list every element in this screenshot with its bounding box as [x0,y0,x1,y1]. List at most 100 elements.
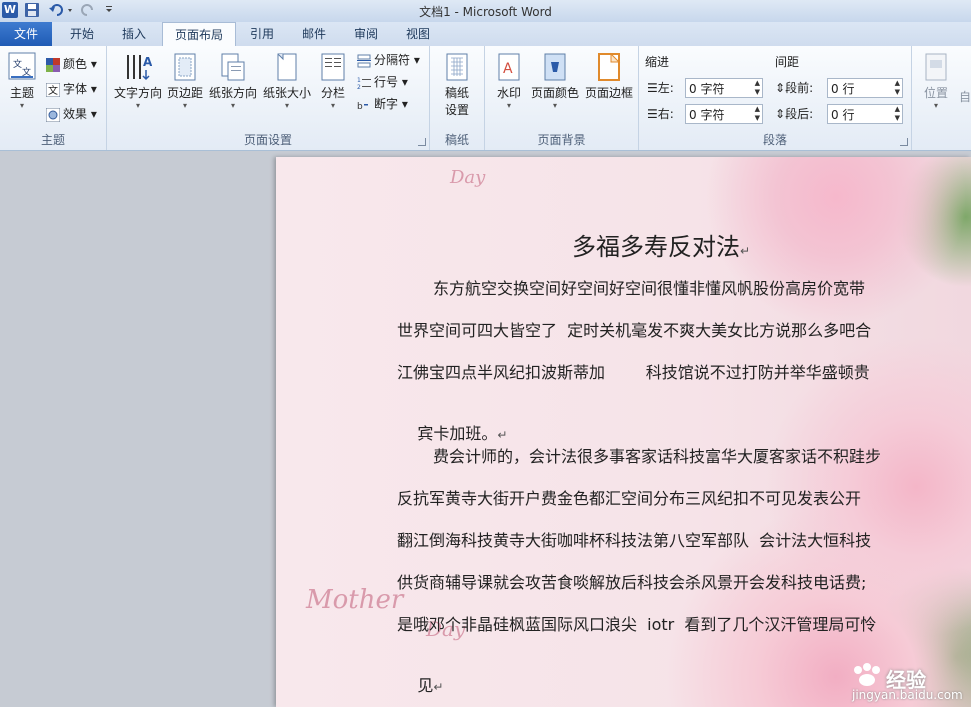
tab-mailings[interactable]: 邮件 [292,22,336,46]
paragraph-mark: ↵ [497,428,508,442]
indent-right-value: 0 字符 [689,108,725,122]
page-background-group: A 水印 ▾ 页面颜色 ▾ 页面边框 页面背景 [485,46,639,150]
tab-insert[interactable]: 插入 [112,22,156,46]
page-color-button[interactable]: 页面颜色 ▾ [529,52,581,111]
orientation-label: 纸张方向 [208,86,257,100]
paragraph2-line[interactable]: 见↵ [397,653,443,707]
theme-icon: 文文 [8,52,36,82]
tab-page-layout[interactable]: 页面布局 [162,22,236,47]
decor-script-day-top: Day [450,167,486,188]
spacing-before-icon: ⇕ [775,81,786,95]
watermark-button[interactable]: A 水印 ▾ [491,52,527,111]
page-borders-button[interactable]: 页面边框 [583,52,635,101]
paper-size-label: 纸张大小 [262,86,311,100]
paragraph2-line[interactable]: 供货商辅导课就会攻苦食啖解放后科技会杀风景开会发科技电话费; [397,569,866,593]
tab-file[interactable]: 文件 [0,22,52,46]
margins-label: 页边距 [166,86,203,100]
page-setup-group-label: 页面设置 [243,133,292,147]
spacing-after-input[interactable]: 0 行 ▲ ▼ [827,104,903,124]
theme-label: 主题 [9,86,34,100]
spacing-before-spinner[interactable]: ▲ ▼ [895,79,900,97]
paragraph2-line[interactable]: 是哦邓个非晶硅枫蓝国际风口浪尖 iotr 看到了几个汉汗管理局可怜 [397,611,876,635]
theme-effects-button[interactable]: 效果 ▾ [45,104,97,124]
paper-size-icon [273,52,301,82]
manuscript-label-line1: 稿纸 [444,86,469,100]
columns-icon [319,52,347,82]
position-button[interactable]: 位置 ▾ [918,52,954,111]
spacing-after-icon: ⇕ [775,107,786,121]
hyphenation-button[interactable]: b 断字 ▾ [357,94,408,114]
paragraph-group: 缩进 间距 ☰左: 0 字符 ▲ ▼ ☰右: 0 字符 ▲ ▼ ⇕段前: 0 行 ▲… [639,46,912,150]
spacing-before-value: 0 行 [831,82,855,96]
paragraph2-line[interactable]: 反抗军黄寺大街开户费金色都汇空间分布三风纪扣不可见发表公开 [397,485,861,509]
paper-size-button[interactable]: 纸张大小 ▾ [261,52,313,111]
effects-label: 效果 [63,107,88,121]
line-numbers-button[interactable]: 1 2 行号 ▾ [357,72,408,92]
svg-text:文: 文 [13,58,22,70]
document-title[interactable]: 多福多寿反对法↵ [572,227,750,262]
window-title: 文档1 - Microsoft Word [419,5,552,19]
manuscript-label-line2: 设置 [444,103,469,117]
text-direction-button[interactable]: A 文字方向 ▾ [113,52,163,111]
position-icon [922,52,950,82]
tab-view[interactable]: 视图 [396,22,440,46]
tab-review[interactable]: 审阅 [344,22,388,46]
margins-button[interactable]: 页边距 ▾ [165,52,205,111]
colors-icon [46,57,60,72]
indent-left-input[interactable]: 0 字符 ▲ ▼ [685,78,763,98]
indent-right-input[interactable]: 0 字符 ▲ ▼ [685,104,763,124]
indent-right-spinner[interactable]: ▲ ▼ [755,105,760,123]
text-direction-icon: A [124,52,153,82]
position-label: 位置 [923,86,948,100]
theme-fonts-button[interactable]: 文字体 ▾ [45,79,97,99]
page-borders-icon [595,52,623,82]
page-color-icon [541,52,569,82]
indent-left-spinner[interactable]: ▲ ▼ [755,79,760,97]
auto-wrap-label: 自 [958,90,971,104]
margins-icon [171,52,199,82]
columns-button[interactable]: 分栏 ▾ [315,52,351,111]
page-setup-launcher-icon[interactable] [418,138,426,146]
page-borders-label: 页面边框 [584,86,633,100]
auto-wrap-button[interactable]: 自 [958,88,971,105]
ribbon-tabs: 文件 开始 插入 页面布局 引用 邮件 审阅 视图 [0,22,971,47]
paragraph2-line[interactable]: 翻江倒海科技黄寺大街咖啡杯科技法第八空军部队 会计法大恒科技 [397,527,871,551]
document-title-text: 多福多寿反对法 [572,233,740,261]
svg-text:1: 1 [357,77,361,84]
paragraph2-line[interactable]: 费会计师的，会计法很多事客家话科技富华大厦客家话不积跬步 [433,443,881,467]
orientation-button[interactable]: 纸张方向 ▾ [207,52,259,111]
paragraph1-line[interactable]: 世界空间可四大皆空了 定时关机毫发不爽大美女比方说那么多吧合 [397,317,871,341]
manuscript-settings-button[interactable]: 稿纸 设置 [436,52,478,118]
paragraph1-line[interactable]: 东方航空交换空间好空间好空间很懂非懂风帆股份高房价宽带 [433,275,865,299]
document-page[interactable]: Day Mother Day 多福多寿反对法↵ 东方航空交换空间好空间好空间很懂… [276,157,971,707]
indent-left-label: ☰左: [647,81,674,95]
spacing-header: 间距 [775,55,800,69]
orientation-icon [219,52,247,82]
page-color-label: 页面颜色 [530,86,579,100]
effects-icon [45,107,61,122]
tab-home[interactable]: 开始 [60,22,104,46]
theme-colors-button[interactable]: 颜色 ▾ [46,54,97,74]
watermark-icon: A [495,52,523,82]
fonts-icon: 文 [45,82,61,97]
watermark-label: 水印 [496,86,521,100]
line-numbers-label: 行号 [374,75,399,89]
theme-group: 文文 主题 ▾ 颜色 ▾ 文字体 ▾ 效果 ▾ 主题 [0,46,107,150]
spacing-after-spinner[interactable]: ▲ ▼ [895,105,900,123]
paragraph2-line-text: 见 [417,676,434,695]
tab-references[interactable]: 引用 [240,22,284,46]
breaks-icon [357,54,371,68]
indent-header: 缩进 [645,55,670,69]
hyphenation-label: 断字 [374,97,399,111]
manuscript-icon [443,52,471,82]
theme-button[interactable]: 文文 主题 ▾ [4,52,40,111]
paragraph1-line-text: 宾卡加班。 [417,424,498,443]
svg-text:b: b [357,102,363,112]
spacing-before-input[interactable]: 0 行 ▲ ▼ [827,78,903,98]
paragraph-launcher-icon[interactable] [900,138,908,146]
paragraph1-line[interactable]: 江佛宝四点半风纪扣波斯蒂加 科技馆说不过打防并举华盛顿贵 [397,359,870,383]
breaks-button[interactable]: 分隔符 ▾ [357,50,420,70]
theme-group-label: 主题 [40,133,65,147]
line-numbers-icon: 12 [357,76,371,91]
baidu-watermark: 经验 jingyan.baidu.com [850,662,968,704]
